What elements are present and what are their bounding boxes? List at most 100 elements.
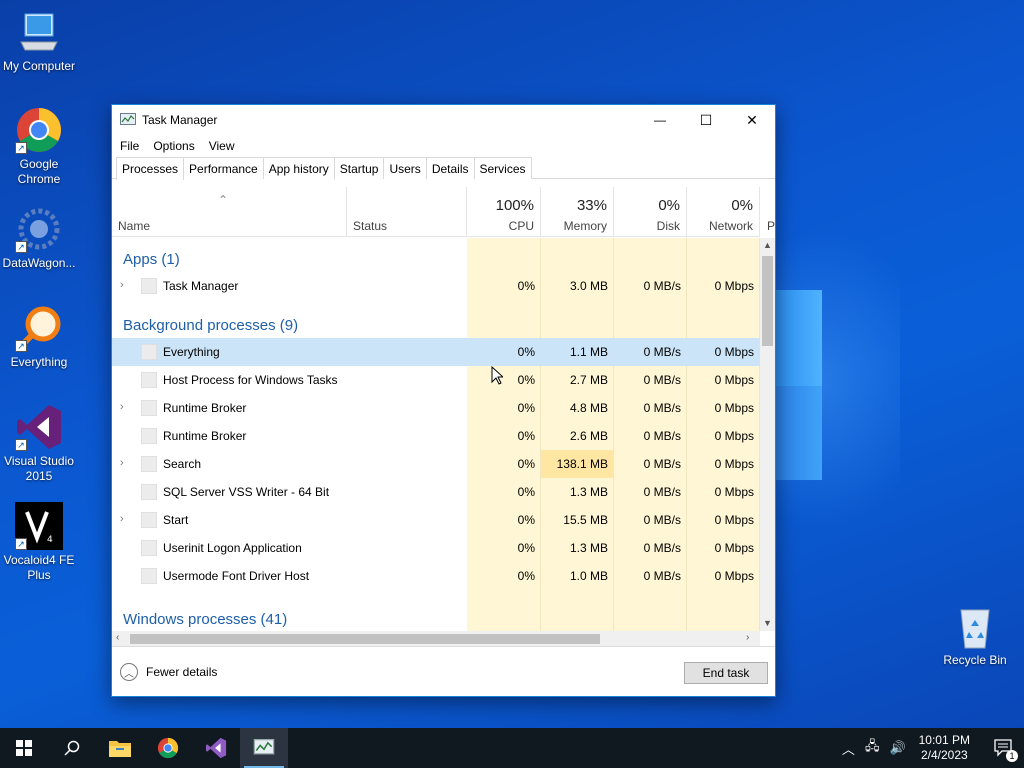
taskbar-file-explorer[interactable] <box>96 728 144 768</box>
column-header-disk[interactable]: 0% Disk <box>614 187 687 237</box>
cpu-total: 100% <box>495 197 534 214</box>
tab-app-history[interactable]: App history <box>262 157 335 179</box>
chevron-up-icon[interactable]: ︿ <box>842 739 855 758</box>
maximize-button[interactable]: ☐ <box>683 105 729 135</box>
tab-services[interactable]: Services <box>473 157 532 179</box>
action-center-button[interactable]: 1 <box>984 728 1024 768</box>
expand-chevron-icon[interactable]: › <box>120 401 130 413</box>
desktop-icon-my-computer[interactable]: My Computer <box>0 8 78 74</box>
tab-startup[interactable]: Startup <box>333 157 385 179</box>
system-tray: ︿ 🖧 🔊 10:01 PM 2/4/2023 1 <box>837 728 1024 768</box>
svg-text:4: 4 <box>47 535 53 545</box>
vertical-scroll-thumb[interactable] <box>762 256 773 346</box>
close-button[interactable]: ✕ <box>729 105 775 135</box>
process-row[interactable]: › Runtime Broker 0% 4.8 MB 0 MB/s 0 Mbps <box>112 394 760 422</box>
horizontal-scrollbar[interactable]: ‹ › <box>112 631 760 646</box>
process-row[interactable]: SQL Server VSS Writer - 64 Bit 0% 1.3 MB 0 … <box>112 478 760 506</box>
process-row[interactable]: Userinit Logon Application 0% 1.3 MB 0 MB/s… <box>112 534 760 562</box>
process-icon <box>141 344 157 360</box>
scroll-up-icon[interactable]: ▲ <box>763 240 772 250</box>
tab-processes[interactable]: Processes <box>116 157 185 180</box>
process-cpu-value: 0% <box>517 345 535 359</box>
title-bar[interactable]: Task Manager — ☐ ✕ <box>112 105 775 135</box>
group-title: Windows processes (41) <box>123 611 288 628</box>
network-icon[interactable]: 🖧 <box>865 737 880 759</box>
process-cpu-value: 0% <box>517 429 535 443</box>
group-header-windows: Windows processes (41) <box>112 598 760 631</box>
end-task-button[interactable]: End task <box>684 662 768 684</box>
desktop-icon-chrome[interactable]: ↗ Google Chrome <box>0 106 78 187</box>
vertical-scrollbar[interactable]: ▲ ▼ <box>760 238 775 631</box>
desktop-icon-label: Visual Studio 2015 <box>4 454 74 483</box>
expand-chevron-icon[interactable]: › <box>120 457 130 469</box>
desktop-icon-everything[interactable]: ↗ Everything <box>0 304 78 370</box>
scroll-right-icon[interactable]: › <box>746 632 749 643</box>
process-row[interactable]: Runtime Broker 0% 2.6 MB 0 MB/s 0 Mbps <box>112 422 760 450</box>
column-header-network[interactable]: 0% Network <box>687 187 760 237</box>
tab-performance[interactable]: Performance <box>183 157 264 179</box>
minimize-icon: — <box>654 113 666 127</box>
process-memory-value: 1.3 MB <box>569 485 608 499</box>
menu-options[interactable]: Options <box>153 139 194 153</box>
process-disk-value: 0 MB/s <box>643 485 681 499</box>
menu-file[interactable]: File <box>120 139 139 153</box>
column-header-power[interactable]: P <box>760 187 776 237</box>
column-header-cpu[interactable]: 100% CPU <box>467 187 541 237</box>
scroll-left-icon[interactable]: ‹ <box>116 632 119 643</box>
column-header-name[interactable]: ⌃ Name <box>112 187 347 237</box>
desktop-icon-visual-studio[interactable]: ↗ Visual Studio 2015 <box>0 403 78 484</box>
clock[interactable]: 10:01 PM 2/4/2023 <box>919 733 970 763</box>
fewer-details-button[interactable]: ︿ Fewer details <box>120 663 217 681</box>
volume-icon[interactable]: 🔊 <box>889 740 905 756</box>
process-row[interactable]: Everything 0% 1.1 MB 0 MB/s 0 Mbps <box>112 338 760 366</box>
process-memory-value: 1.0 MB <box>569 569 608 583</box>
process-row[interactable]: › Start 0% 15.5 MB 0 MB/s 0 Mbps <box>112 506 760 534</box>
wallpaper-window-pane <box>776 290 822 388</box>
group-title: Background processes (9) <box>123 317 299 334</box>
process-name: Start <box>163 513 189 527</box>
process-row[interactable]: Host Process for Windows Tasks 0% 2.7 MB 0 … <box>112 366 760 394</box>
process-icon <box>141 512 157 528</box>
process-row[interactable]: Usermode Font Driver Host 0% 1.0 MB 0 MB/s 0… <box>112 562 760 590</box>
horizontal-scroll-thumb[interactable] <box>130 634 600 644</box>
taskbar: ︿ 🖧 🔊 10:01 PM 2/4/2023 1 <box>0 728 1024 768</box>
process-cpu-value: 0% <box>517 401 535 415</box>
tab-details[interactable]: Details <box>425 157 475 179</box>
taskbar-task-manager[interactable] <box>240 728 288 768</box>
desktop-icon-vocaloid[interactable]: 4 ↗ Vocaloid4 FE Plus <box>0 502 78 583</box>
taskbar-search-button[interactable] <box>48 728 96 768</box>
process-disk-value: 0 MB/s <box>643 513 681 527</box>
column-header-status[interactable]: Status <box>347 187 467 237</box>
visual-studio-icon <box>205 737 227 759</box>
start-button[interactable] <box>0 728 48 768</box>
search-icon <box>64 740 80 756</box>
process-icon <box>141 484 157 500</box>
desktop-icon-recycle-bin[interactable]: Recycle Bin <box>936 602 1014 668</box>
vocaloid-icon: 4 ↗ <box>15 502 63 550</box>
column-header-memory[interactable]: 33% Memory <box>541 187 614 237</box>
minimize-button[interactable]: — <box>637 105 683 135</box>
process-row[interactable]: › Task Manager 0% 3.0 MB 0 MB/s 0 Mbps <box>112 272 760 300</box>
clock-date: 2/4/2023 <box>920 748 968 762</box>
column-cpu-label: CPU <box>508 219 534 233</box>
process-memory-value: 4.8 MB <box>569 401 608 415</box>
expand-chevron-icon[interactable]: › <box>120 513 130 525</box>
process-row[interactable]: › Search 0% 138.1 MB 0 MB/s 0 Mbps <box>112 450 760 478</box>
scroll-down-icon[interactable]: ▼ <box>763 618 772 628</box>
process-name: Usermode Font Driver Host <box>163 569 310 583</box>
taskbar-visual-studio[interactable] <box>192 728 240 768</box>
taskbar-chrome[interactable] <box>144 728 192 768</box>
process-memory-value: 2.7 MB <box>569 373 608 387</box>
visual-studio-icon: ↗ <box>15 403 63 451</box>
everything-icon: ↗ <box>15 304 63 352</box>
tab-users[interactable]: Users <box>383 157 427 179</box>
menu-view[interactable]: View <box>209 139 235 153</box>
tab-strip: Processes Performance App history Startu… <box>112 157 775 180</box>
shortcut-arrow-icon: ↗ <box>15 538 27 550</box>
process-cpu-value: 0% <box>517 485 535 499</box>
expand-chevron-icon[interactable]: › <box>120 279 130 291</box>
process-icon <box>141 278 157 294</box>
process-memory-value: 3.0 MB <box>569 279 608 293</box>
process-icon <box>141 428 157 444</box>
desktop-icon-datawagon[interactable]: ↗ DataWagon... <box>0 205 78 271</box>
